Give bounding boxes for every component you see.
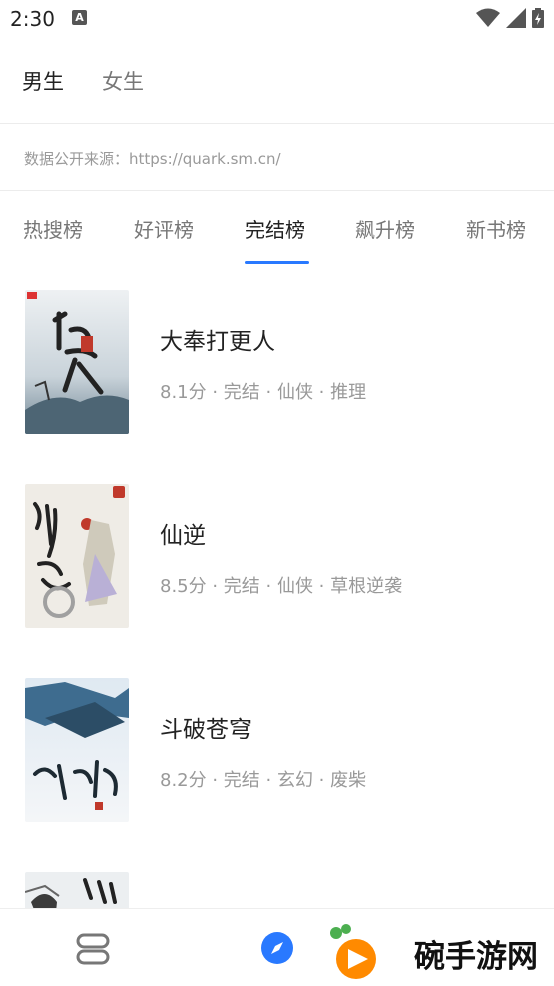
signal-icon — [506, 8, 526, 28]
data-source-text: 数据公开来源：https://quark.sm.cn/ — [24, 150, 281, 168]
divider — [0, 123, 554, 124]
bookshelf-icon[interactable] — [76, 933, 110, 965]
battery-icon — [532, 8, 544, 28]
book-cover — [25, 678, 129, 822]
divider — [0, 190, 554, 191]
tab-top-rated[interactable]: 好评榜 — [134, 214, 194, 243]
book-item[interactable]: 斗破苍穹 8.2分 · 完结 · 玄幻 · 废柴 — [0, 678, 554, 824]
book-meta: 8.2分 · 完结 · 玄幻 · 废柴 — [160, 770, 367, 791]
book-meta: 8.5分 · 完结 · 仙侠 · 草根逆袭 — [160, 576, 403, 597]
book-cover — [25, 290, 129, 434]
book-title: 斗破苍穹 — [160, 717, 252, 743]
book-title: 仙逆 — [160, 523, 206, 549]
tab-rising[interactable]: 飙升榜 — [355, 214, 415, 243]
watermark-logo — [330, 924, 376, 979]
book-title: 大奉打更人 — [160, 329, 275, 355]
status-icons — [476, 8, 544, 28]
tab-new-books[interactable]: 新书榜 — [466, 214, 526, 243]
compass-icon[interactable] — [260, 931, 294, 965]
status-bar: 2:30 A — [0, 0, 554, 38]
tab-hot-search[interactable]: 热搜榜 — [23, 214, 83, 243]
active-tab-indicator — [245, 261, 309, 264]
tab-female[interactable]: 女生 — [102, 66, 144, 96]
book-cover — [25, 484, 129, 628]
ranking-tabs: 热搜榜 好评榜 完结榜 飙升榜 新书榜 — [0, 208, 554, 268]
book-item[interactable]: 仙逆 8.5分 · 完结 · 仙侠 · 草根逆袭 — [0, 484, 554, 630]
book-item[interactable]: 大奉打更人 8.1分 · 完结 · 仙侠 · 推理 — [0, 290, 554, 436]
status-time: 2:30 — [10, 7, 55, 31]
wifi-icon — [476, 8, 500, 27]
notification-a-icon: A — [72, 10, 87, 25]
tab-completed[interactable]: 完结榜 — [245, 214, 305, 243]
bottom-nav: 碗手游网 — [0, 908, 554, 986]
watermark-text: 碗手游网 — [414, 939, 538, 975]
book-meta: 8.1分 · 完结 · 仙侠 · 推理 — [160, 382, 367, 403]
gender-tabs: 男生 女生 — [0, 52, 554, 110]
tab-male[interactable]: 男生 — [22, 66, 64, 96]
